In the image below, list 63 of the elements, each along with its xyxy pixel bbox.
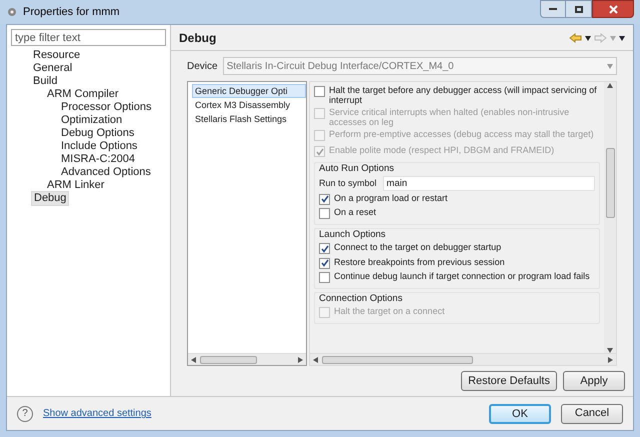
dropdown-arrow-icon[interactable] — [607, 63, 613, 69]
checkbox-label: Halt the target before any debugger access (will impact servicing of interrupt — [329, 85, 598, 105]
checkbox-label: Halt the target on a connect — [334, 306, 445, 316]
dialog-button[interactable]: Cancel — [561, 404, 623, 424]
help-icon[interactable]: ? — [17, 406, 33, 422]
scroll-up-icon[interactable] — [607, 82, 613, 88]
scroll-right-icon[interactable] — [608, 356, 614, 362]
scroll-left-icon[interactable] — [312, 356, 318, 362]
checkbox-label: Restore breakpoints from previous session — [334, 256, 505, 266]
page-button[interactable]: Apply — [563, 371, 625, 391]
checkbox-label: On a program load or restart — [334, 192, 448, 202]
tree-item[interactable]: Debug Options — [59, 127, 136, 140]
group-title: Launch Options — [319, 229, 387, 241]
vertical-scrollbar[interactable] — [604, 82, 616, 353]
tree-item[interactable]: Advanced Options — [59, 166, 153, 179]
scroll-left-icon[interactable] — [190, 356, 196, 362]
section-item[interactable]: Generic Debugger Opti — [192, 84, 306, 98]
dropdown-icon[interactable] — [585, 34, 591, 40]
tree-item[interactable]: Build — [31, 75, 60, 88]
tree-item[interactable]: Resource — [31, 49, 82, 62]
checkbox[interactable] — [319, 243, 330, 254]
window-title: Properties for mmm — [23, 4, 120, 20]
close-button[interactable] — [592, 0, 634, 18]
section-item[interactable]: Cortex M3 Disassembly — [192, 98, 306, 112]
checkbox[interactable] — [319, 258, 330, 268]
horizontal-scrollbar[interactable] — [188, 353, 306, 365]
device-label: Device — [187, 60, 218, 74]
horizontal-scrollbar[interactable] — [310, 353, 616, 365]
minimize-button[interactable] — [540, 0, 566, 18]
checkbox-label: On a reset — [334, 207, 376, 217]
tree-item[interactable]: ARM Compiler — [45, 88, 121, 101]
group-title: Connection Options — [319, 293, 404, 305]
tree-item[interactable]: Optimization — [59, 114, 124, 127]
tree-item[interactable]: Debug — [31, 191, 70, 206]
tree-item[interactable]: Include Options — [59, 140, 140, 153]
device-dropdown[interactable]: Stellaris In-Circuit Debug Interface/CORTEX_M4_0 — [222, 57, 617, 75]
page-title: Debug — [179, 30, 216, 46]
scroll-right-icon[interactable] — [298, 356, 304, 362]
tree-item[interactable]: Processor Options — [59, 101, 154, 114]
section-item[interactable]: Stellaris Flash Settings — [192, 112, 306, 126]
checkbox[interactable] — [319, 194, 330, 204]
symbol-field[interactable]: main — [382, 176, 595, 190]
close-icon — [608, 4, 618, 14]
group-title: Auto Run Options — [319, 162, 395, 174]
checkbox-label: Enable polite mode (respect HPI, DBGM and FRAMEID) — [329, 145, 554, 155]
maximize-button[interactable] — [566, 0, 592, 18]
checkbox-label: Connect to the target on debugger startup — [334, 242, 502, 252]
checkbox[interactable] — [314, 86, 325, 97]
tree-item[interactable]: ARM Linker — [45, 179, 106, 192]
page-button[interactable]: Restore Defaults — [461, 371, 557, 391]
checkbox-label: Continue debug launch if target connection or program load fails — [334, 271, 590, 281]
advanced-settings-link[interactable]: Show advanced settings — [43, 406, 152, 421]
dialog-button[interactable]: OK — [489, 404, 551, 424]
field-label: Run to symbol — [319, 178, 377, 188]
checkbox[interactable] — [319, 208, 330, 219]
menu-icon[interactable] — [619, 34, 625, 40]
filter-field[interactable]: type filter text — [11, 29, 166, 46]
scrollbar-thumb[interactable] — [606, 148, 614, 218]
checkbox-label: Perform pre-emptive accesses (debug access may stall the target) — [329, 129, 594, 139]
checkbox-label: Service critical interrupts when halted (enables non-intrusive accesses on leg — [329, 107, 570, 127]
tree-item[interactable]: MISRA-C:2004 — [59, 153, 137, 166]
tree-item[interactable]: General — [31, 62, 74, 75]
checkbox[interactable] — [319, 272, 330, 283]
